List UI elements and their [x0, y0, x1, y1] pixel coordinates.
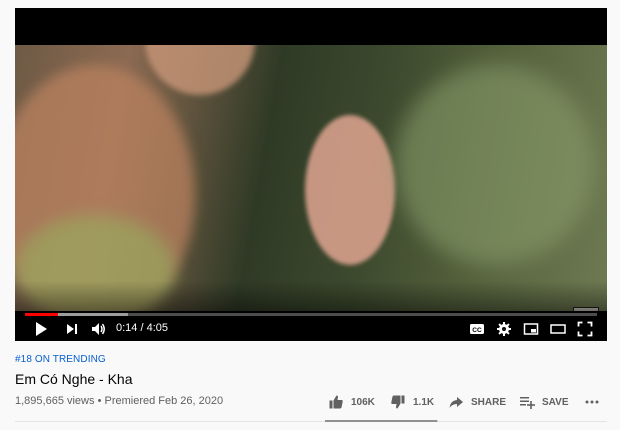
- video-title: Em Có Nghe - Kha: [15, 371, 133, 387]
- save-button[interactable]: SAVE: [519, 394, 569, 410]
- premiere-date: Premiered Feb 26, 2020: [104, 395, 224, 407]
- miniplayer-icon[interactable]: [522, 320, 540, 338]
- gear-icon[interactable]: [495, 320, 513, 338]
- dislike-button[interactable]: 1.1K: [390, 394, 434, 410]
- like-button[interactable]: 106K: [328, 394, 375, 410]
- video-info: #18 ON TRENDING Em Có Nghe - Kha: [15, 354, 607, 387]
- current-time: 0:14: [116, 322, 138, 334]
- video-frame[interactable]: [15, 45, 607, 311]
- progress-played: [25, 313, 58, 316]
- duration: 4:05: [146, 322, 169, 334]
- divider: [15, 421, 607, 422]
- video-content: [305, 115, 395, 265]
- theater-icon[interactable]: [549, 320, 567, 338]
- trending-badge[interactable]: #18 ON TRENDING: [15, 354, 607, 365]
- thumbs-up-icon: [329, 395, 343, 409]
- volume-icon[interactable]: [90, 320, 108, 338]
- share-icon: [449, 397, 463, 408]
- more-icon: [585, 400, 599, 404]
- captions-icon[interactable]: CC: [468, 320, 486, 338]
- video-content: [145, 45, 255, 95]
- more-actions-button[interactable]: [584, 394, 607, 410]
- time-display: 0:14 / 4:05: [116, 322, 168, 334]
- sentiment-bar: [325, 420, 438, 422]
- view-count: 1,895,665 views: [15, 395, 95, 407]
- video-content: [395, 65, 595, 265]
- fullscreen-icon[interactable]: [576, 320, 594, 338]
- svg-text:CC: CC: [472, 327, 482, 334]
- player-controls: 0:14 / 4:05 CC: [15, 318, 607, 340]
- video-meta: 1,895,665 views • Premiered Feb 26, 2020: [15, 395, 223, 407]
- add-to-playlist-icon: [520, 397, 535, 409]
- progress-bar[interactable]: [25, 313, 597, 316]
- time-separator: /: [140, 322, 144, 334]
- save-label: SAVE: [542, 396, 569, 408]
- sentiment-like-portion: [325, 420, 437, 422]
- video-player[interactable]: 0:14 / 4:05 CC: [15, 8, 607, 341]
- share-button[interactable]: SHARE: [448, 394, 506, 410]
- share-label: SHARE: [471, 396, 507, 408]
- play-icon[interactable]: [33, 320, 49, 338]
- like-count: 106K: [351, 396, 375, 408]
- thumbs-down-icon: [391, 395, 405, 409]
- dislike-count: 1.1K: [413, 396, 435, 408]
- next-icon[interactable]: [64, 320, 80, 338]
